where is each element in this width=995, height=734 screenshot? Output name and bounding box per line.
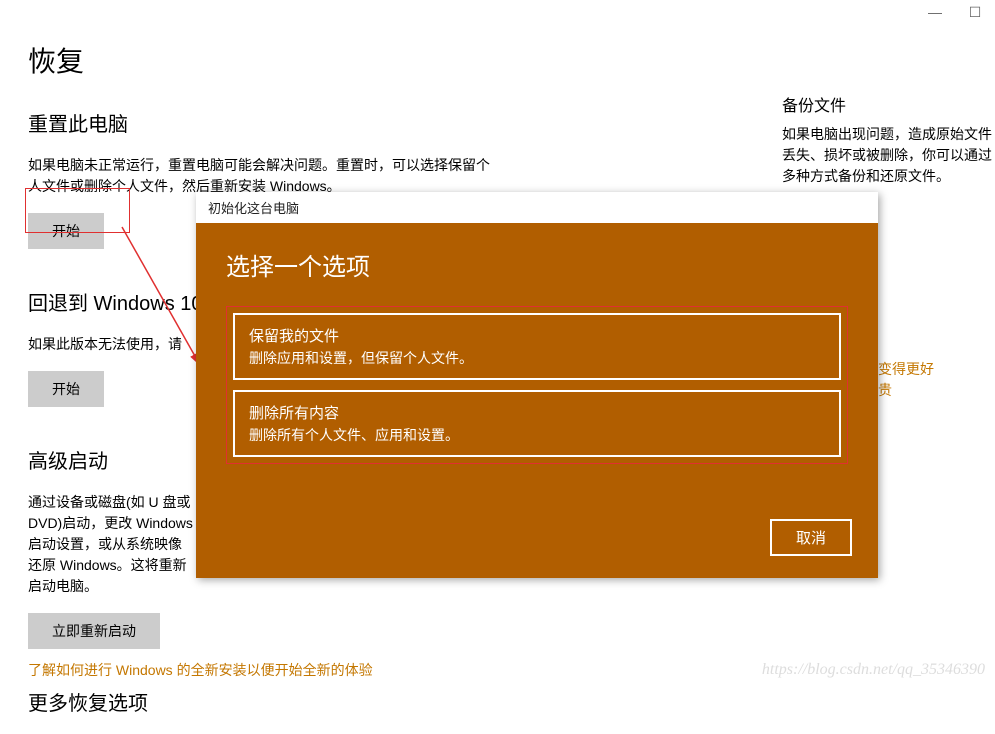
maximize-icon[interactable]: ☐ [967, 4, 983, 21]
fresh-install-link[interactable]: 了解如何进行 Windows 的全新安装以便开始全新的体验 [28, 660, 373, 680]
minimize-icon[interactable]: — [927, 4, 943, 21]
dialog-title: 初始化这台电脑 [196, 192, 878, 223]
more-section: 更多恢复选项 [28, 687, 498, 716]
reset-desc: 如果电脑未正常运行，重置电脑可能会解决问题。重置时，可以选择保留个人文件或删除个… [28, 155, 498, 197]
advanced-desc: 通过设备或磁盘(如 U 盘或 DVD)启动，更改 Windows 启动设置，或从… [28, 492, 193, 597]
more-heading: 更多恢复选项 [28, 687, 498, 716]
backup-desc: 如果电脑出现问题，造成原始文件丢失、损坏或被删除，你可以通过多种方式备份和还原文… [782, 124, 992, 187]
side-column: 备份文件 如果电脑出现问题，造成原始文件丢失、损坏或被删除，你可以通过多种方式备… [782, 92, 992, 187]
backup-heading: 备份文件 [782, 92, 992, 116]
reset-heading: 重置此电脑 [28, 108, 498, 137]
watermark: https://blog.csdn.net/qq_35346390 [762, 661, 985, 679]
option-desc: 删除所有个人文件、应用和设置。 [249, 425, 825, 445]
page-title: 恢复 [28, 40, 498, 80]
dialog-options-highlight: 保留我的文件 删除应用和设置，但保留个人文件。 删除所有内容 删除所有个人文件、… [226, 306, 848, 464]
advanced-restart-button[interactable]: 立即重新启动 [28, 613, 160, 649]
option-keep-files[interactable]: 保留我的文件 删除应用和设置，但保留个人文件。 [233, 313, 841, 380]
reset-dialog: 初始化这台电脑 选择一个选项 保留我的文件 删除应用和设置，但保留个人文件。 删… [196, 192, 878, 578]
reset-start-button[interactable]: 开始 [28, 213, 104, 249]
option-remove-all[interactable]: 删除所有内容 删除所有个人文件、应用和设置。 [233, 390, 841, 457]
option-title: 删除所有内容 [249, 402, 825, 423]
dialog-heading: 选择一个选项 [226, 247, 848, 282]
dialog-cancel-button[interactable]: 取消 [770, 519, 852, 556]
side-link-2[interactable]: 贵 [878, 380, 892, 400]
option-desc: 删除应用和设置，但保留个人文件。 [249, 348, 825, 368]
side-link-1[interactable]: 变得更好 [878, 359, 934, 379]
option-title: 保留我的文件 [249, 325, 825, 346]
rollback-start-button[interactable]: 开始 [28, 371, 104, 407]
